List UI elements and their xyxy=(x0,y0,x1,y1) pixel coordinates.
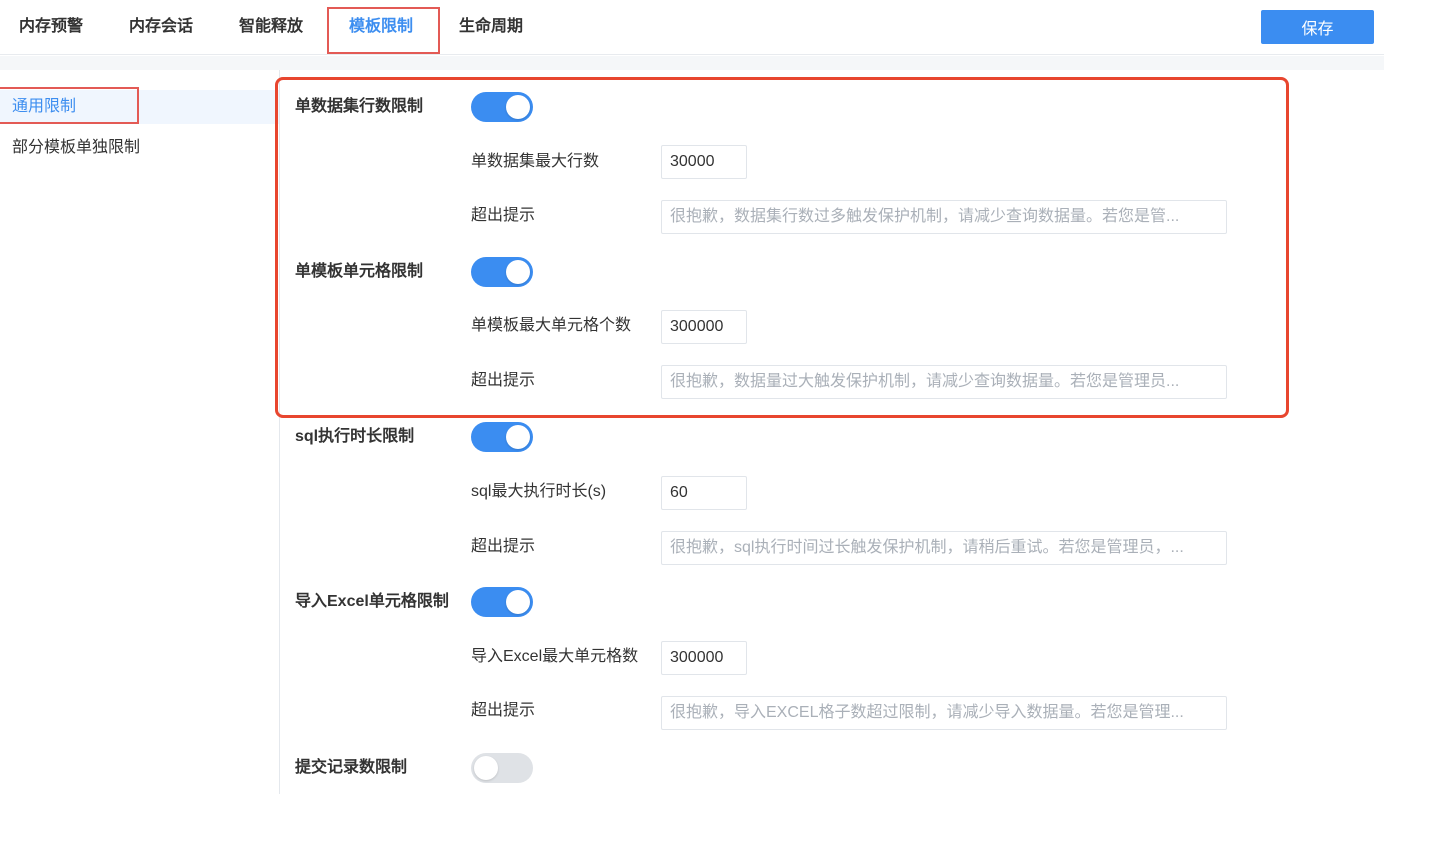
dataset-hint-label: 超出提示 xyxy=(471,207,536,224)
sql-duration-limit-label: sql执行时长限制 xyxy=(295,428,415,445)
toggle-knob xyxy=(474,756,498,780)
template-hint-label: 超出提示 xyxy=(471,372,536,389)
tab-smart-release[interactable]: 智能释放 xyxy=(239,16,303,38)
excel-hint-input[interactable] xyxy=(661,696,1227,730)
excel-hint-label: 超出提示 xyxy=(471,702,536,719)
template-max-cells-label: 单模板最大单元格个数 xyxy=(471,317,632,334)
template-cell-limit-label: 单模板单元格限制 xyxy=(295,263,424,280)
dataset-hint-input[interactable] xyxy=(661,200,1227,234)
toggle-knob xyxy=(506,95,530,119)
excel-max-cells-input[interactable] xyxy=(661,641,747,675)
sql-hint-input[interactable] xyxy=(661,531,1227,565)
dataset-row-limit-toggle[interactable] xyxy=(471,92,533,122)
excel-import-cell-limit-label: 导入Excel单元格限制 xyxy=(295,593,449,610)
submit-record-limit-toggle[interactable] xyxy=(471,753,533,783)
template-max-cells-input[interactable] xyxy=(661,310,747,344)
dataset-max-rows-label: 单数据集最大行数 xyxy=(471,153,600,170)
submit-record-limit-label: 提交记录数限制 xyxy=(295,759,408,776)
dataset-row-limit-label: 单数据集行数限制 xyxy=(295,98,424,115)
save-button[interactable]: 保存 xyxy=(1261,10,1374,44)
toggle-knob xyxy=(506,260,530,284)
template-hint-input[interactable] xyxy=(661,365,1227,399)
active-tab-highlight xyxy=(327,7,440,54)
sidebar: 通用限制 部分模板单独限制 xyxy=(0,70,280,794)
excel-import-cell-limit-toggle[interactable] xyxy=(471,587,533,617)
tab-memory-session[interactable]: 内存会话 xyxy=(129,16,193,38)
limit-settings-panel: 单数据集行数限制 单数据集最大行数 超出提示 单模板单元格限制 单模板最大单元格… xyxy=(281,70,1384,794)
sidebar-item-template-specific-limit[interactable]: 部分模板单独限制 xyxy=(0,131,279,165)
tab-memory-warning[interactable]: 内存预警 xyxy=(19,16,83,38)
excel-max-cells-label: 导入Excel最大单元格数 xyxy=(471,648,639,665)
dataset-max-rows-input[interactable] xyxy=(661,145,747,179)
active-sidebar-highlight xyxy=(0,87,139,124)
template-cell-limit-toggle[interactable] xyxy=(471,257,533,287)
header-divider-strip xyxy=(0,56,1384,70)
toggle-knob xyxy=(506,425,530,449)
top-tab-bar: 内存预警 内存会话 智能释放 模板限制 生命周期 保存 xyxy=(0,0,1384,55)
tab-lifecycle[interactable]: 生命周期 xyxy=(459,16,523,38)
toggle-knob xyxy=(506,590,530,614)
sql-max-duration-label: sql最大执行时长(s) xyxy=(471,483,607,500)
sql-max-duration-input[interactable] xyxy=(661,476,747,510)
sql-duration-limit-toggle[interactable] xyxy=(471,422,533,452)
sql-hint-label: 超出提示 xyxy=(471,538,536,555)
